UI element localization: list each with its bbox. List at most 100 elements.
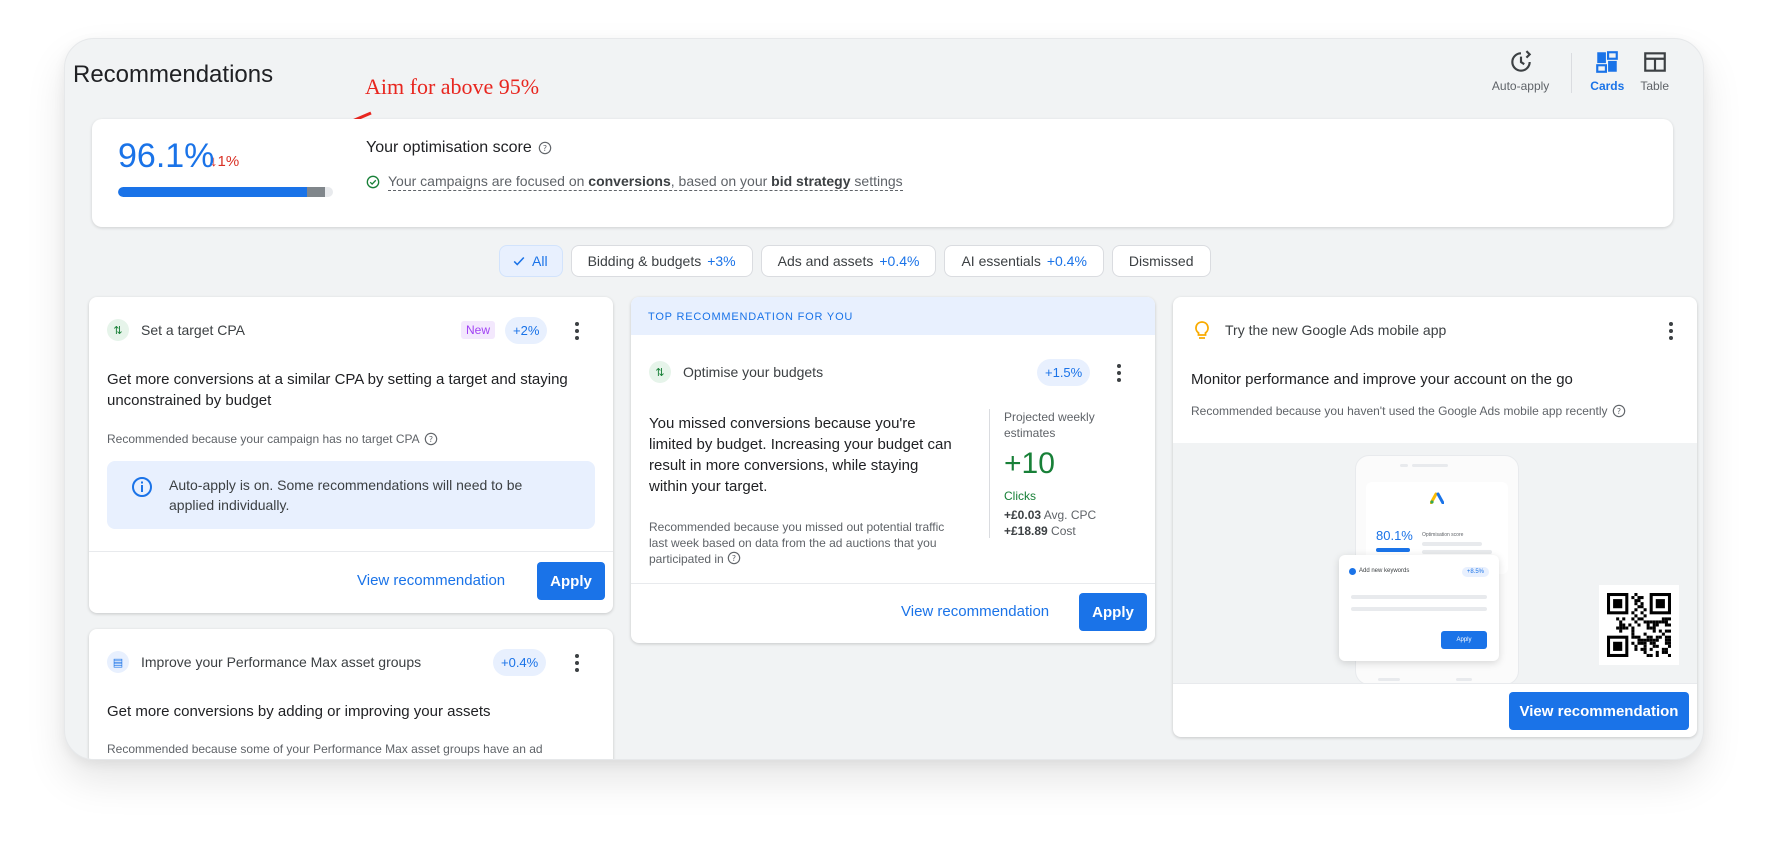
filter-chip-all[interactable]: All xyxy=(499,245,563,277)
cards-view-button[interactable]: Cards xyxy=(1582,49,1632,93)
filter-chip-ai-essentials[interactable]: AI essentials +0.4% xyxy=(944,245,1104,277)
score-uplift-badge: +1.5% xyxy=(1037,359,1091,386)
checkmark-icon xyxy=(513,256,525,266)
filter-label: All xyxy=(532,253,548,269)
info-text: Auto-apply is on. Some recommendations w… xyxy=(169,477,523,513)
asset-group-icon: ▤ xyxy=(107,651,129,673)
card-reason-text: Recommended because you missed out poten… xyxy=(649,520,945,566)
bid-arrows-icon: ⇅ xyxy=(649,361,671,383)
apply-button[interactable]: Apply xyxy=(1079,593,1147,631)
card-header: ⇅ Set a target CPA xyxy=(107,319,245,341)
table-view-button[interactable]: Table xyxy=(1632,49,1677,93)
mock-recommendation-card: Add new keywords +8.5% Apply xyxy=(1339,555,1499,661)
view-switch-divider xyxy=(1571,53,1573,93)
svg-text:?: ? xyxy=(429,435,433,444)
filter-pct: +3% xyxy=(707,253,736,269)
card-performance-max: ▤ Improve your Performance Max asset gro… xyxy=(89,629,613,759)
card-footer: View recommendation Apply xyxy=(631,583,1155,643)
score-heading-text: Your optimisation score xyxy=(366,139,532,156)
card-name: Improve your Performance Max asset group… xyxy=(141,654,422,670)
filter-pct: +0.4% xyxy=(879,253,920,269)
filter-chips: All Bidding & budgets +3% Ads and assets… xyxy=(499,245,1211,277)
auto-apply-label: Auto-apply xyxy=(1491,79,1550,93)
score-description-text[interactable]: Your campaigns are focused on conversion… xyxy=(388,173,903,191)
more-options-icon[interactable] xyxy=(1109,363,1129,383)
lightbulb-icon xyxy=(1195,321,1209,339)
score-progress-delta xyxy=(307,187,325,197)
desc-mid: , based on your xyxy=(670,173,772,189)
filter-pct: +0.4% xyxy=(1046,253,1087,269)
filter-label: Dismissed xyxy=(1128,253,1194,269)
cost-value: +£18.89 xyxy=(1004,524,1048,538)
mock-card-title: Add new keywords xyxy=(1359,568,1410,574)
card-name: Set a target CPA xyxy=(141,322,246,338)
annotation-text: Aim for above 95% xyxy=(365,74,540,99)
filter-label: AI essentials xyxy=(961,253,1041,269)
card-reason-text: Recommended because you haven't used the… xyxy=(1191,404,1608,418)
cost-label: Cost xyxy=(1047,524,1076,538)
mock-pct: +8.5% xyxy=(1461,567,1489,577)
more-options-icon[interactable] xyxy=(1661,321,1681,341)
help-icon[interactable]: ? xyxy=(727,551,741,565)
view-recommendation-button[interactable]: View recommendation xyxy=(1509,692,1689,730)
view-recommendation-link[interactable]: View recommendation xyxy=(357,572,505,589)
card-reason: Recommended because you missed out poten… xyxy=(649,519,959,567)
card-header: ▤ Improve your Performance Max asset gro… xyxy=(107,651,421,673)
view-recommendation-link[interactable]: View recommendation xyxy=(901,603,1049,620)
filter-chip-bidding-budgets[interactable]: Bidding & budgets +3% xyxy=(570,245,753,277)
card-reason-text: Recommended because your campaign has no… xyxy=(107,432,420,446)
cost-line: +£18.89 Cost xyxy=(1004,524,1139,538)
auto-apply-button[interactable]: Auto-apply xyxy=(1484,49,1557,93)
top-recommendation-strip: TOP RECOMMENDATION FOR YOU xyxy=(631,297,1155,335)
more-options-icon[interactable] xyxy=(567,653,587,673)
card-reason: Recommended because your campaign has no… xyxy=(107,431,438,447)
score-uplift-badge: +0.4% xyxy=(493,649,547,676)
score-heading: Your optimisation score ? xyxy=(366,139,552,157)
recommendations-frame: Recommendations Aim for above 95% Auto-a… xyxy=(64,38,1704,760)
cards-view-icon xyxy=(1596,51,1619,73)
desc-conversions: conversions xyxy=(588,173,671,189)
card-name: Try the new Google Ads mobile app xyxy=(1225,322,1447,338)
help-icon[interactable]: ? xyxy=(1612,404,1626,418)
help-icon[interactable]: ? xyxy=(538,141,552,155)
avg-cpc-label: Avg. CPC xyxy=(1041,508,1097,522)
desc-bid-strategy: bid strategy xyxy=(771,173,851,189)
card-mobile-app: Try the new Google Ads mobile app Monito… xyxy=(1173,297,1697,737)
score-description: Your campaigns are focused on conversion… xyxy=(366,173,903,191)
table-view-icon xyxy=(1643,52,1666,72)
card-header: Try the new Google Ads mobile app xyxy=(1191,319,1446,341)
card-set-target-cpa: ⇅ Set a target CPA New +2% Get more conv… xyxy=(89,297,613,613)
filter-chip-ads-assets[interactable]: Ads and assets +0.4% xyxy=(760,245,937,277)
qr-code xyxy=(1599,585,1679,665)
avg-cpc-value: +£0.03 xyxy=(1004,508,1042,522)
filter-label: Ads and assets xyxy=(777,253,874,269)
svg-text:?: ? xyxy=(732,554,736,563)
projected-label: Projected weekly estimates xyxy=(1004,410,1095,440)
card-title: Get more conversions by adding or improv… xyxy=(107,703,491,720)
optimisation-score-card: 96.1% ↓1% Your optimisation score ? Your… xyxy=(92,119,1673,227)
apply-button[interactable]: Apply xyxy=(537,562,605,600)
filter-chip-dismissed[interactable]: Dismissed xyxy=(1111,245,1211,277)
mock-score: 80.1% xyxy=(1376,528,1413,543)
desc-suffix: settings xyxy=(850,173,903,189)
card-name: Optimise your budgets xyxy=(683,364,824,380)
new-badge: New xyxy=(461,321,496,339)
projected-estimates: Projected weekly estimates +10 Clicks +£… xyxy=(989,409,1139,538)
projected-unit: Clicks xyxy=(1004,489,1036,503)
score-uplift-badge: +2% xyxy=(505,317,548,344)
more-options-icon[interactable] xyxy=(567,321,587,341)
auto-apply-icon xyxy=(1510,50,1531,72)
view-switch: Auto-apply Cards Table xyxy=(1484,49,1677,93)
desc-prefix: Your campaigns are focused on xyxy=(388,173,589,189)
mock-label: Optimisation score xyxy=(1422,532,1464,538)
help-icon[interactable]: ? xyxy=(424,432,438,446)
bid-arrows-icon: ⇅ xyxy=(107,319,129,341)
score-progress-fill xyxy=(118,187,308,197)
table-view-label: Table xyxy=(1640,79,1669,93)
score-delta: ↓1% xyxy=(210,153,240,170)
card-header: ⇅ Optimise your budgets xyxy=(649,361,823,383)
svg-text:?: ? xyxy=(1616,407,1620,416)
avg-cpc-line: +£0.03 Avg. CPC xyxy=(1004,508,1139,522)
projected-value: +10 xyxy=(1004,447,1055,480)
auto-apply-info-box: Auto-apply is on. Some recommendations w… xyxy=(107,461,595,529)
